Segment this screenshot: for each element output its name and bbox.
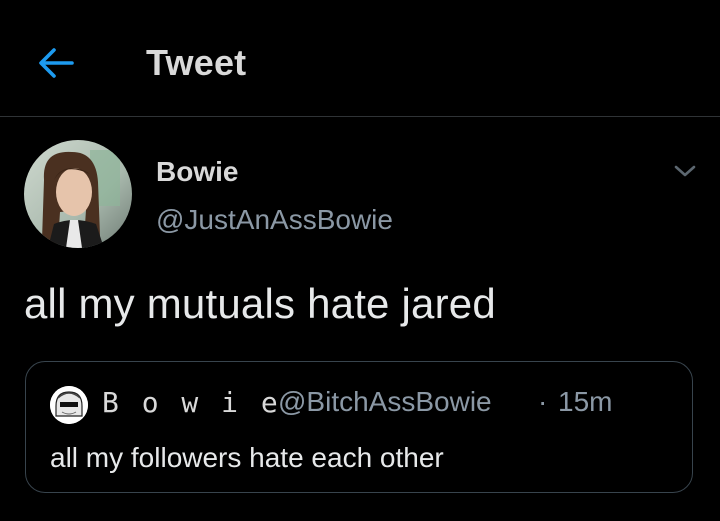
quoted-author-avatar	[50, 386, 88, 424]
quoted-separator: ·	[538, 386, 548, 417]
tweet-menu-button[interactable]	[668, 156, 702, 186]
tweet-text: all my mutuals hate jared	[24, 280, 496, 327]
quoted-tweet-card[interactable]: B o w i e @BitchAssBowie · 15m all my fo…	[25, 361, 693, 493]
back-button[interactable]	[28, 40, 84, 86]
quoted-handle: @BitchAssBowie	[278, 386, 492, 417]
author-display-name[interactable]: Bowie	[156, 156, 238, 188]
profile-photo	[24, 140, 132, 248]
quoted-timestamp: 15m	[558, 386, 613, 417]
author-avatar[interactable]	[24, 140, 132, 248]
quoted-tweet-text: all my followers hate each other	[50, 442, 444, 473]
anime-avatar-icon	[50, 386, 88, 424]
author-handle[interactable]: @JustAnAssBowie	[156, 204, 393, 236]
quoted-display-name: B o w i e	[102, 386, 281, 419]
chevron-down-icon	[674, 165, 696, 177]
top-bar: Tweet	[0, 0, 720, 117]
page-title: Tweet	[146, 42, 247, 83]
arrow-left-icon	[39, 48, 74, 78]
